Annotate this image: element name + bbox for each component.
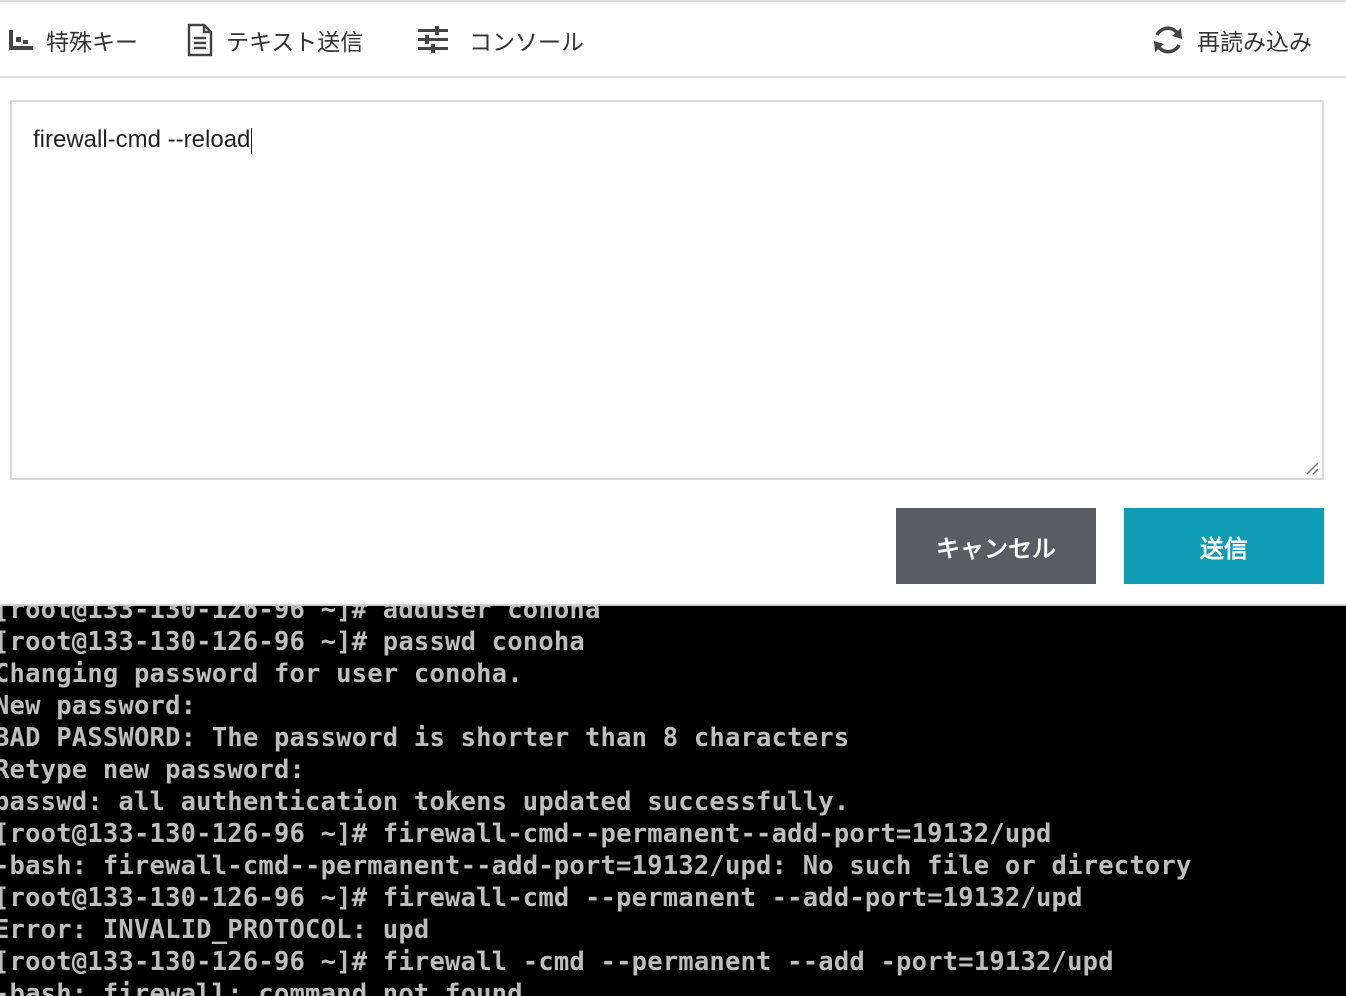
terminal-line: [root@133-130-126-96 ~]# passwd conoha bbox=[0, 627, 585, 657]
terminal-line: [root@133-130-126-96 ~]# firewall-cmd --… bbox=[0, 883, 1083, 913]
toolbar: 特殊キー テキスト送信 コンソール 再読み込み bbox=[0, 0, 1346, 78]
document-icon bbox=[187, 23, 213, 57]
text-input-value: firewall-cmd --reload bbox=[33, 126, 253, 154]
terminal-line: Retype new password: bbox=[0, 755, 306, 785]
terminal-line: -bash: firewall-cmd--permanent--add-port… bbox=[0, 851, 1192, 881]
terminal-line: [root@133-130-126-96 ~]# firewall-cmd--p… bbox=[0, 819, 1052, 849]
send-text-label: テキスト送信 bbox=[226, 30, 364, 56]
terminal-line: [root@133-130-126-96 ~]# adduser conoha bbox=[0, 604, 601, 625]
terminal-line: [root@133-130-126-96 ~]# firewall -cmd -… bbox=[0, 947, 1114, 977]
refresh-icon bbox=[1154, 26, 1182, 54]
terminal-line: passwd: all authentication tokens update… bbox=[0, 787, 850, 817]
terminal-line: -bash: firewall: command not found bbox=[0, 979, 523, 996]
text-caret bbox=[251, 127, 253, 154]
terminal-output: [root@133-130-126-96 ~]# adduser conoha … bbox=[0, 604, 1192, 996]
resize-handle-icon[interactable] bbox=[1305, 461, 1319, 475]
console-terminal[interactable]: [root@133-130-126-96 ~]# adduser conoha … bbox=[0, 604, 1346, 996]
terminal-line: Changing password for user conoha. bbox=[0, 659, 523, 689]
console-label: コンソール bbox=[469, 30, 584, 56]
console-button[interactable]: コンソール bbox=[417, 2, 584, 78]
reload-button[interactable]: 再読み込み bbox=[1151, 2, 1312, 78]
terminal-line: Error: INVALID_PROTOCOL: upd bbox=[0, 915, 430, 945]
sliders-icon bbox=[418, 26, 448, 53]
terminal-line: New password: bbox=[0, 691, 197, 721]
special-keys-button[interactable]: 特殊キー bbox=[8, 2, 138, 78]
text-input-area[interactable]: firewall-cmd --reload bbox=[10, 100, 1324, 480]
special-keys-label: 特殊キー bbox=[46, 30, 138, 56]
terminal-line: BAD PASSWORD: The password is shorter th… bbox=[0, 723, 850, 753]
send-button-label: 送信 bbox=[1200, 534, 1248, 563]
send-button[interactable]: 送信 bbox=[1124, 508, 1324, 584]
send-text-button[interactable]: テキスト送信 bbox=[186, 2, 363, 78]
keyboard-bars-icon bbox=[9, 30, 33, 50]
cancel-button[interactable]: キャンセル bbox=[896, 508, 1096, 584]
cancel-button-label: キャンセル bbox=[936, 534, 1056, 563]
reload-label: 再読み込み bbox=[1197, 30, 1312, 56]
